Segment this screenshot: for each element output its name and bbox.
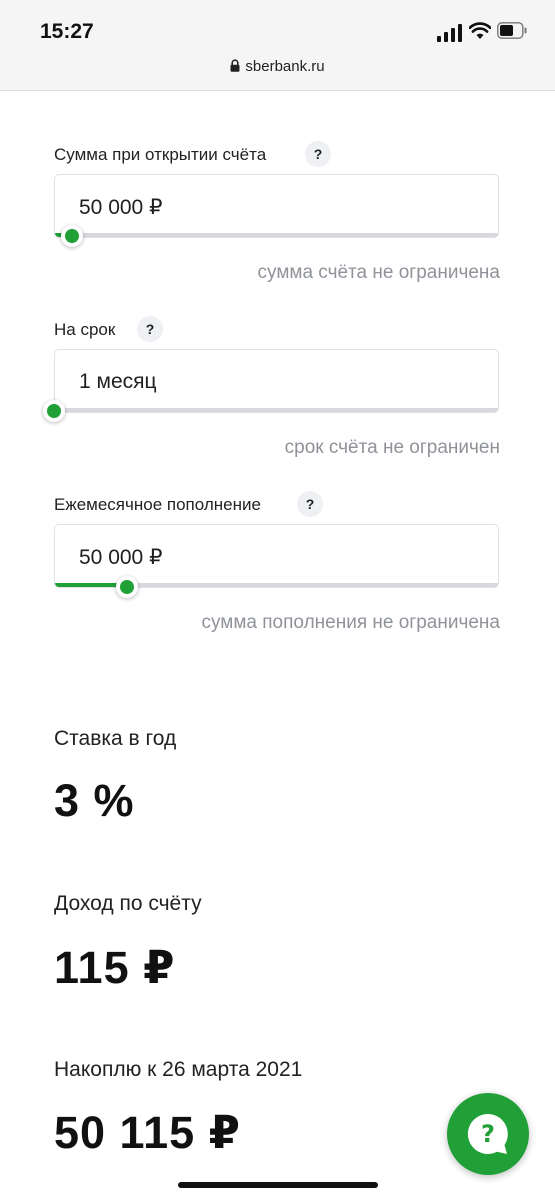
initial-amount-hint: сумма счёта не ограничена: [257, 262, 500, 283]
initial-amount-value: 50 000 ₽: [79, 196, 163, 219]
initial-amount-slider-track[interactable]: [55, 233, 498, 237]
term-field[interactable]: 1 месяц: [54, 349, 499, 413]
term-label: На срок: [54, 320, 116, 339]
term-slider-track[interactable]: [55, 408, 498, 412]
term-value: 1 месяц: [79, 370, 157, 393]
rate-label: Ставка в год: [54, 727, 177, 750]
svg-text:?: ?: [481, 1120, 495, 1148]
chat-help-button[interactable]: ?: [447, 1093, 529, 1175]
initial-amount-field[interactable]: 50 000 ₽: [54, 174, 499, 238]
initial-amount-help-button[interactable]: ?: [305, 141, 331, 167]
signal-icon: [437, 24, 463, 42]
initial-amount-slider-thumb[interactable]: [60, 225, 83, 247]
initial-amount-label: Сумма при открытии счёта: [54, 145, 267, 164]
savings-label: Накоплю к 26 марта 2021: [54, 1058, 303, 1081]
term-hint: срок счёта не ограничен: [284, 437, 500, 458]
monthly-topup-value: 50 000 ₽: [79, 546, 163, 569]
income-label: Доход по счёту: [54, 892, 202, 915]
monthly-topup-help-button[interactable]: ?: [297, 491, 323, 517]
wifi-icon: [469, 22, 491, 39]
monthly-topup-hint: сумма пополнения не ограничена: [201, 612, 500, 633]
chat-help-icon: ?: [467, 1113, 508, 1154]
monthly-topup-slider-thumb[interactable]: [116, 576, 139, 598]
rate-value: 3 %: [54, 775, 135, 826]
term-help-button[interactable]: ?: [137, 316, 163, 342]
term-slider-thumb[interactable]: [43, 400, 65, 422]
browser-status-bar: 15:27 sberbank.ru: [0, 0, 555, 91]
income-value: 115 ₽: [54, 942, 176, 993]
lock-icon: [230, 59, 240, 72]
monthly-topup-label: Ежемесячное пополнение: [54, 495, 261, 514]
battery-icon: [497, 22, 527, 39]
page-url: sberbank.ru: [245, 58, 325, 75]
savings-value: 50 115 ₽: [54, 1107, 241, 1158]
address-bar[interactable]: sberbank.ru: [0, 58, 555, 82]
status-time: 15:27: [40, 20, 94, 43]
home-indicator: [178, 1182, 378, 1188]
